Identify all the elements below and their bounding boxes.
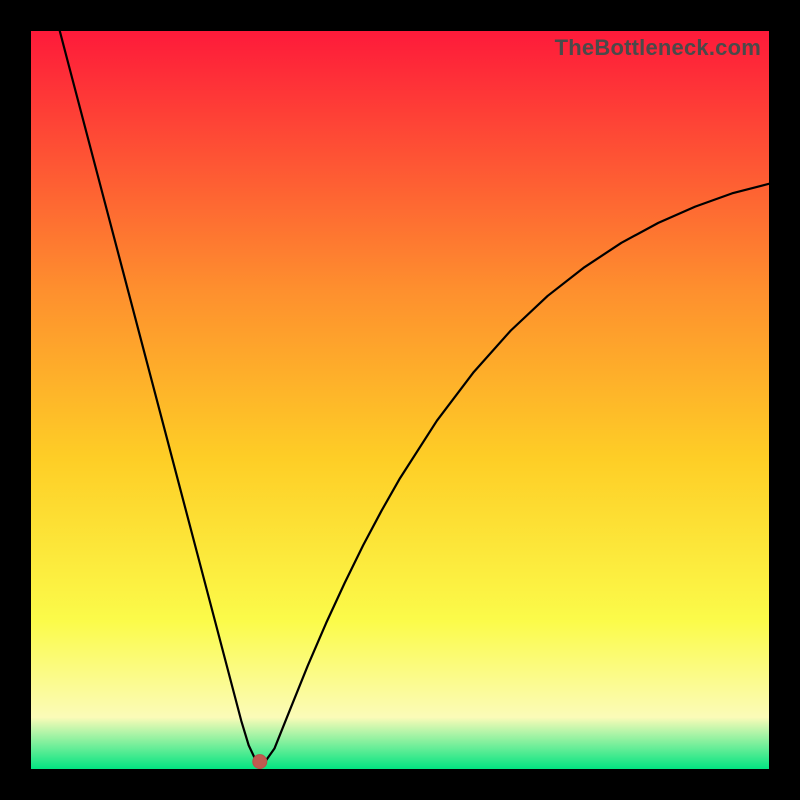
gradient-background [31, 31, 769, 769]
chart-frame: TheBottleneck.com [0, 0, 800, 800]
plot-area: TheBottleneck.com [31, 31, 769, 769]
chart-svg [31, 31, 769, 769]
watermark-label: TheBottleneck.com [555, 35, 761, 61]
minimum-marker [253, 755, 267, 769]
